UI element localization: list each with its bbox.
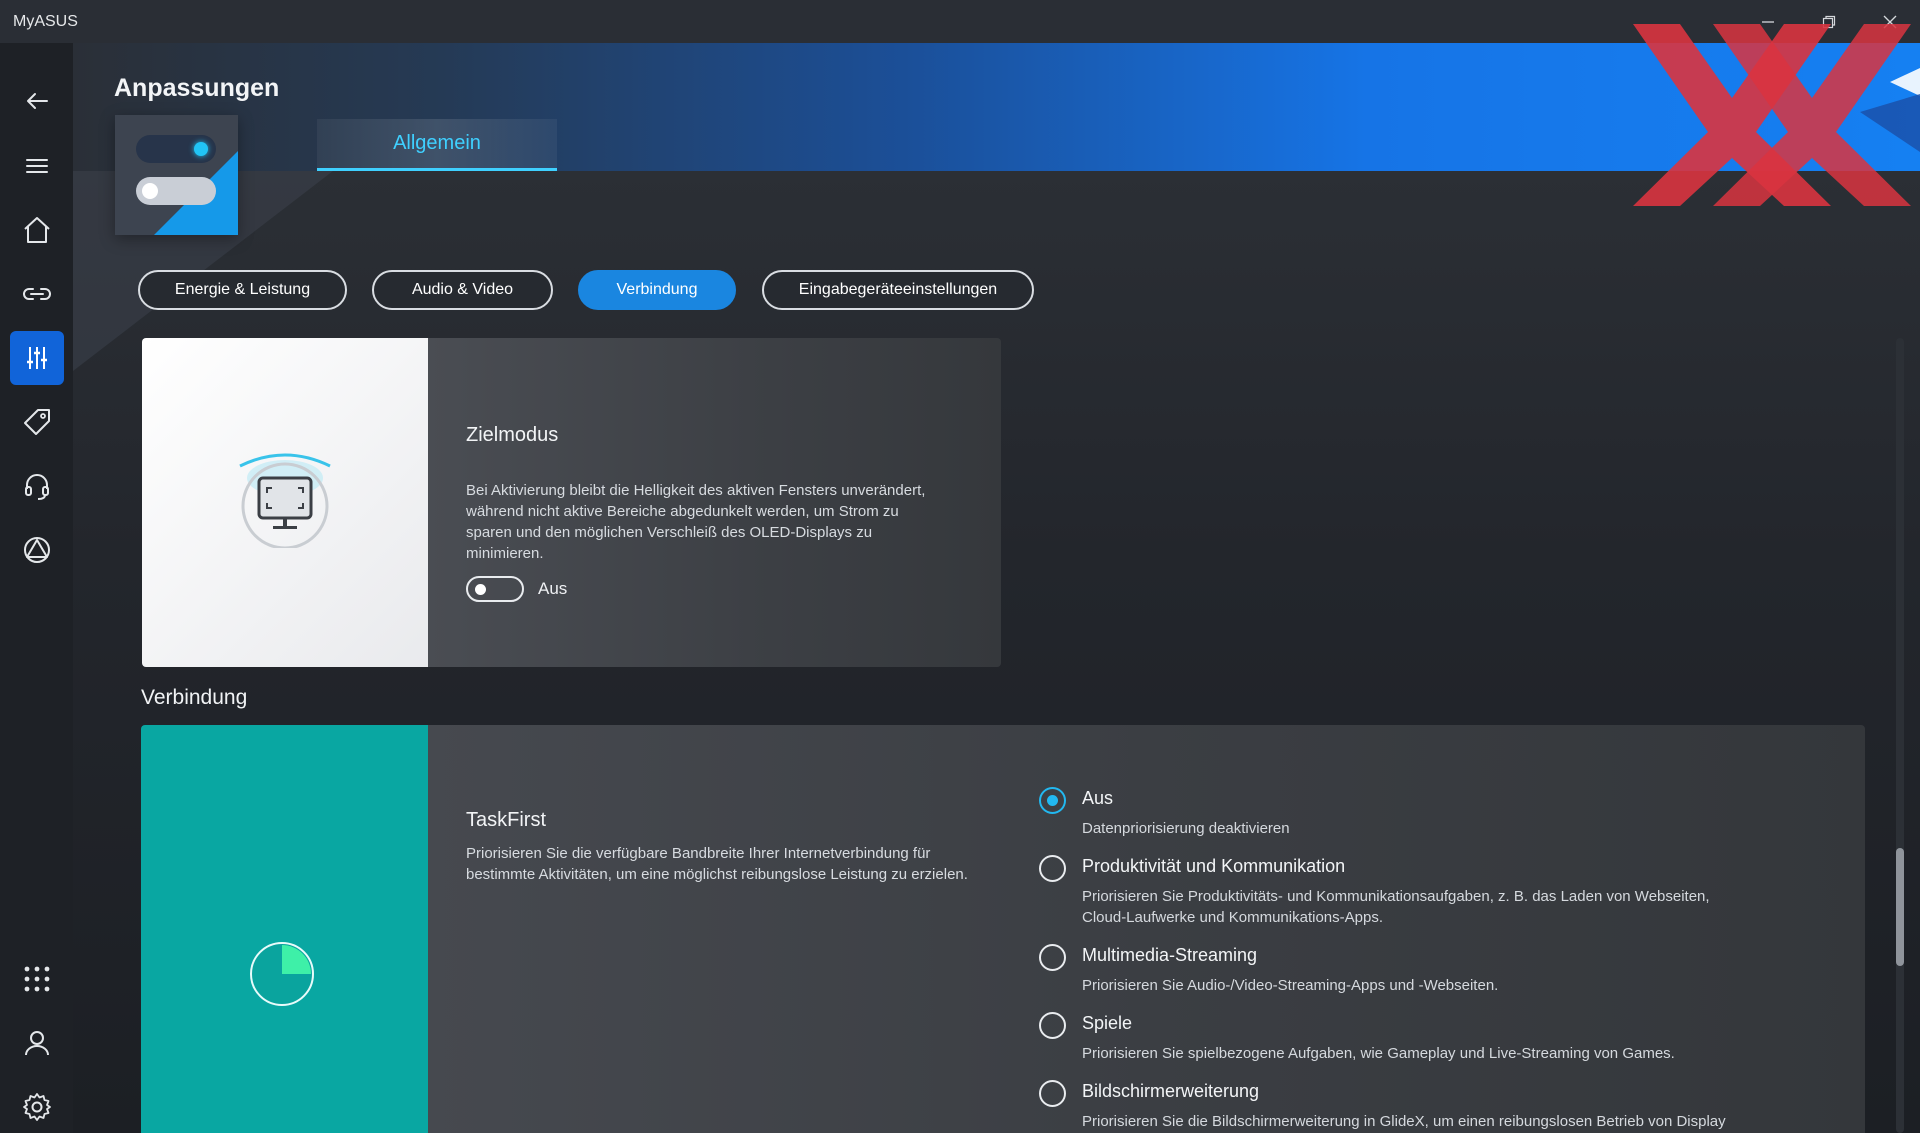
option-label: Produktivität und Kommunikation: [1082, 856, 1346, 876]
category-eingabegeraete[interactable]: Eingabegeräteeinstellungen: [762, 270, 1034, 310]
customization-sliders-icon[interactable]: [10, 331, 64, 385]
zielmodus-toggle[interactable]: [466, 576, 524, 602]
option-description: Priorisieren Sie die Bildschirmerweiteru…: [1082, 1113, 1726, 1130]
option-label: Multimedia-Streaming: [1082, 945, 1258, 965]
radio-spiele[interactable]: [1039, 1012, 1066, 1039]
hamburger-menu-icon[interactable]: [10, 139, 64, 193]
option-description: Priorisieren Sie Produktivitäts- und Kom…: [1082, 888, 1710, 926]
page-title: Anpassungen: [114, 74, 280, 102]
taskfirst-card: TaskFirst Priorisieren Sie die verfügbar…: [141, 725, 1865, 1133]
category-audio-video[interactable]: Audio & Video: [372, 270, 553, 310]
settings-gear-icon[interactable]: [10, 1080, 64, 1133]
tag-icon[interactable]: [10, 395, 64, 449]
taskfirst-title: TaskFirst: [466, 809, 546, 831]
category-verbindung[interactable]: Verbindung: [578, 270, 736, 310]
customization-toggles-icon: [115, 115, 238, 235]
option-description: Priorisieren Sie spielbezogene Aufgaben,…: [1082, 1045, 1675, 1062]
content-scrollbar[interactable]: [1896, 338, 1904, 1133]
category-energie-leistung[interactable]: Energie & Leistung: [138, 270, 347, 310]
radio-multimedia-streaming[interactable]: [1039, 944, 1066, 971]
zielmodus-description: Bei Aktivierung bleibt die Helligkeit de…: [466, 482, 926, 562]
radio-produktivitaet[interactable]: [1039, 855, 1066, 882]
apps-grid-icon[interactable]: [10, 952, 64, 1006]
zielmodus-card: Zielmodus Bei Aktivierung bleibt die Hel…: [142, 338, 1001, 667]
option-label: Aus: [1082, 788, 1114, 808]
home-icon[interactable]: [10, 203, 64, 257]
option-label: Bildschirmerweiterung: [1082, 1081, 1260, 1101]
section-title-verbindung: Verbindung: [141, 686, 248, 709]
headset-icon[interactable]: [10, 459, 64, 513]
user-icon[interactable]: [10, 1016, 64, 1070]
option-description: Priorisieren Sie Audio-/Video-Streaming-…: [1082, 977, 1499, 994]
zielmodus-title: Zielmodus: [466, 424, 559, 446]
option-label: Spiele: [1082, 1013, 1133, 1033]
bandwidth-pie-icon: [250, 942, 314, 1006]
zielmodus-illustration: [142, 338, 428, 667]
app-title: MyASUS: [13, 12, 78, 30]
sidebar: [0, 43, 73, 1133]
taskfirst-description: Priorisieren Sie die verfügbare Bandbrei…: [466, 845, 968, 883]
monitor-focus-icon: [239, 453, 331, 548]
option-description: Datenpriorisierung deaktivieren: [1082, 820, 1290, 837]
brand-logo-icon: [1633, 24, 1920, 206]
scrollbar-thumb[interactable]: [1896, 848, 1904, 966]
triangle-circle-icon[interactable]: [10, 523, 64, 577]
radio-aus[interactable]: [1039, 787, 1066, 814]
back-arrow-icon[interactable]: [10, 74, 64, 128]
link-icon[interactable]: [10, 267, 64, 321]
taskfirst-illustration: [141, 725, 428, 1133]
zielmodus-toggle-state: Aus: [538, 579, 568, 598]
radio-bildschirmerweiterung[interactable]: [1039, 1080, 1066, 1107]
tab-allgemein[interactable]: Allgemein: [317, 119, 557, 171]
